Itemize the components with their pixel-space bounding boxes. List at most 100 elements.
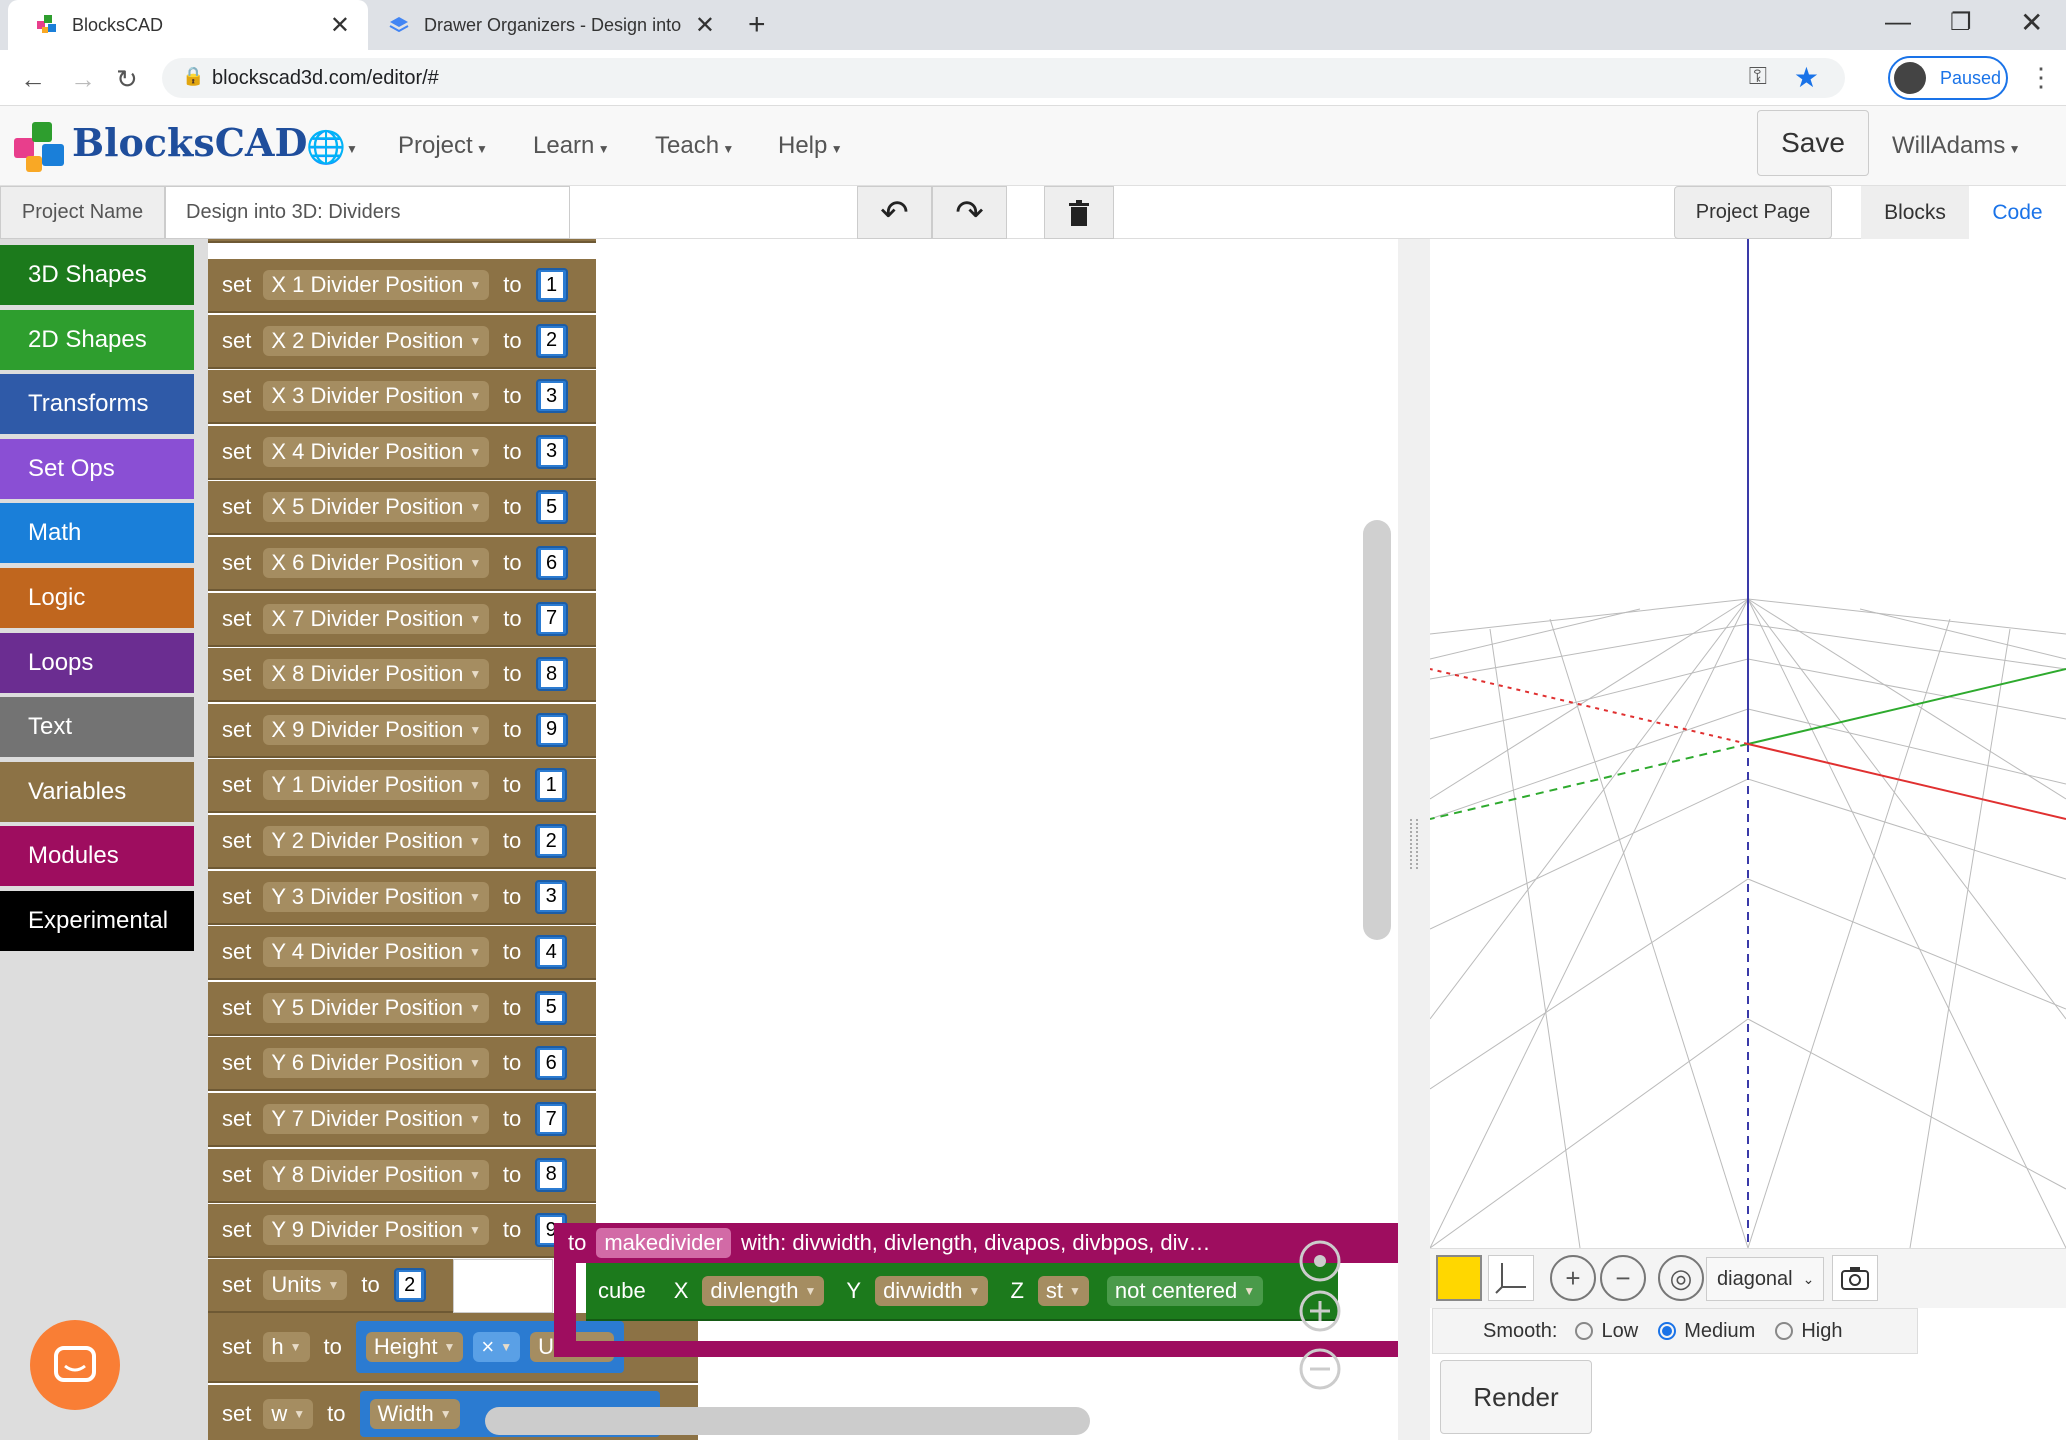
variable-dropdown[interactable]: X 4 Divider Position ▼ — [263, 436, 490, 467]
zoom-out-icon[interactable]: − — [1600, 1255, 1646, 1301]
variable-block-units[interactable]: set Units ▼ to 2 — [208, 1259, 453, 1313]
variable-dropdown[interactable]: w ▼ — [263, 1399, 314, 1429]
variable-dropdown[interactable]: Y 9 Divider Position ▼ — [263, 1215, 489, 1246]
number-input[interactable]: 1 — [535, 768, 568, 803]
key-icon[interactable]: ⚿ — [1749, 63, 1767, 91]
axes-icon[interactable] — [1488, 1255, 1534, 1301]
number-input[interactable]: 1 — [535, 268, 568, 302]
browser-tab-blockscad[interactable]: BlocksCAD ✕ — [8, 0, 368, 50]
variable-dropdown[interactable]: h ▼ — [263, 1332, 310, 1362]
variable-dropdown[interactable]: Y 4 Divider Position ▼ — [263, 937, 489, 968]
module-definition-block[interactable]: to makedivider with: divwidth, divlength… — [554, 1223, 1398, 1263]
minimize-icon[interactable]: — — [1885, 6, 1911, 37]
variable-set-block[interactable]: set X 4 Divider Position ▼ to 3 — [208, 425, 596, 480]
category-text[interactable]: Text — [0, 697, 194, 757]
window-close-icon[interactable]: ✕ — [2020, 6, 2043, 39]
variable-dropdown[interactable]: X 1 Divider Position ▼ — [263, 270, 490, 300]
restore-icon[interactable]: ❐ — [1950, 8, 1972, 37]
number-input[interactable]: 5 — [535, 490, 568, 525]
tab-code[interactable]: Code — [1969, 186, 2066, 239]
number-input[interactable]: 8 — [535, 657, 568, 692]
variable-set-block[interactable]: set X 8 Divider Position ▼ to 8 — [208, 648, 596, 703]
number-input[interactable]: 3 — [535, 434, 568, 469]
variable-dropdown[interactable]: X 3 Divider Position ▼ — [263, 381, 490, 412]
view-select[interactable]: diagonal ⌄ — [1706, 1257, 1824, 1301]
app-logo-text[interactable]: BlocksCAD — [72, 120, 307, 165]
number-input[interactable]: 5 — [535, 990, 568, 1025]
number-input[interactable]: 8 — [535, 1157, 568, 1192]
variable-set-block[interactable]: set X 1 Divider Position ▼ to 1 — [208, 259, 596, 313]
smooth-high-radio[interactable] — [1775, 1322, 1794, 1340]
number-input[interactable]: 6 — [535, 546, 568, 580]
variable-dropdown[interactable]: Y 6 Divider Position ▼ — [263, 1048, 489, 1079]
target-icon[interactable]: ◎ — [1658, 1255, 1704, 1301]
number-input[interactable]: 7 — [535, 601, 568, 636]
camera-icon[interactable] — [1832, 1255, 1878, 1301]
menu-teach[interactable]: Teach ▼ — [655, 132, 734, 160]
variable-set-block[interactable]: set Y 1 Divider Position ▼ to 1 — [208, 759, 596, 814]
center-dropdown[interactable]: not centered ▼ — [1106, 1276, 1264, 1306]
variable-dropdown[interactable]: Width ▼ — [369, 1399, 460, 1429]
browser-tab-drawer-organizers[interactable]: Drawer Organizers - Design into ✕ — [370, 0, 725, 50]
variable-set-block[interactable]: set Y 3 Divider Position ▼ to 3 — [208, 870, 596, 925]
close-tab-icon[interactable]: ✕ — [695, 11, 715, 40]
variable-set-block[interactable]: set Y 4 Divider Position ▼ to 4 — [208, 926, 596, 981]
category-set-ops[interactable]: Set Ops — [0, 439, 194, 499]
category-2d-shapes[interactable]: 2D Shapes — [0, 310, 194, 370]
menu-help[interactable]: Help ▼ — [778, 132, 843, 160]
module-name-field[interactable]: makedivider — [596, 1228, 731, 1258]
category-transforms[interactable]: Transforms — [0, 374, 194, 434]
number-input[interactable]: 4 — [535, 935, 568, 970]
category-experimental[interactable]: Experimental — [0, 891, 194, 951]
variable-set-block[interactable]: set Y 2 Divider Position ▼ to 2 — [208, 815, 596, 869]
variable-dropdown[interactable]: Height ▼ — [365, 1332, 464, 1362]
bookmark-star-icon[interactable]: ★ — [1794, 61, 1819, 94]
variable-dropdown[interactable]: X 8 Divider Position ▼ — [263, 659, 490, 690]
number-input[interactable]: 6 — [535, 1046, 568, 1081]
number-input[interactable]: 3 — [535, 879, 568, 914]
cube-block[interactable]: cube X divlength ▼ Y divwidth ▼ Z st ▼ not … — [586, 1263, 1338, 1321]
save-button[interactable]: Save — [1757, 110, 1869, 176]
zoom-out-icon[interactable] — [1298, 1347, 1342, 1391]
variable-set-block[interactable]: set X 2 Divider Position ▼ to 2 — [208, 314, 596, 369]
close-tab-icon[interactable]: ✕ — [330, 11, 350, 40]
variable-dropdown[interactable]: Y 2 Divider Position ▼ — [263, 826, 489, 856]
color-swatch[interactable] — [1436, 1255, 1482, 1301]
workspace-vertical-scrollbar[interactable] — [1363, 520, 1391, 940]
workspace-horizontal-scrollbar[interactable] — [485, 1407, 1090, 1435]
variable-set-block[interactable]: set X 5 Divider Position ▼ to 5 — [208, 481, 596, 536]
number-input[interactable]: 2 — [393, 1268, 426, 1302]
number-input[interactable]: 9 — [535, 712, 568, 747]
smooth-medium-radio[interactable] — [1658, 1322, 1677, 1340]
undo-button[interactable]: ↶ — [857, 186, 932, 239]
variable-dropdown[interactable]: X 9 Divider Position ▼ — [263, 714, 490, 745]
render-button[interactable]: Render — [1440, 1360, 1592, 1434]
variable-set-block[interactable]: set Y 6 Divider Position ▼ to 6 — [208, 1037, 596, 1092]
blocks-workspace[interactable]: set X 1 Divider Position ▼ to 1 set X 2 Divide… — [208, 239, 1398, 1440]
number-input[interactable]: 7 — [535, 1102, 568, 1136]
category-math[interactable]: Math — [0, 503, 194, 563]
project-name-input[interactable]: Design into 3D: Dividers — [165, 186, 570, 239]
variable-dropdown[interactable]: Y 3 Divider Position ▼ — [263, 881, 489, 912]
browser-menu-icon[interactable]: ⋮ — [2028, 62, 2054, 93]
variable-set-block[interactable]: set Y 8 Divider Position ▼ to 8 — [208, 1148, 596, 1203]
category-loops[interactable]: Loops — [0, 633, 194, 693]
category-variables[interactable]: Variables — [0, 762, 194, 822]
x-variable-dropdown[interactable]: divlength ▼ — [702, 1276, 825, 1306]
variable-dropdown[interactable]: X 6 Divider Position ▼ — [263, 548, 490, 578]
back-arrow-icon[interactable]: ← — [20, 64, 46, 95]
variable-dropdown[interactable]: X 2 Divider Position ▼ — [263, 325, 490, 356]
variable-set-block[interactable]: set X 6 Divider Position ▼ to 6 — [208, 537, 596, 591]
forward-arrow-icon[interactable]: → — [70, 64, 96, 95]
category-3d-shapes[interactable]: 3D Shapes — [0, 245, 194, 305]
variable-dropdown[interactable]: X 5 Divider Position ▼ — [263, 492, 490, 523]
pane-splitter[interactable] — [1398, 239, 1430, 1440]
operator-dropdown[interactable]: × ▼ — [473, 1332, 521, 1362]
variable-set-block[interactable]: set X 9 Divider Position ▼ to 9 — [208, 703, 596, 758]
user-menu[interactable]: WillAdams ▼ — [1892, 132, 2021, 160]
z-variable-dropdown[interactable]: st ▼ — [1037, 1276, 1089, 1306]
variable-dropdown[interactable]: X 7 Divider Position ▼ — [263, 603, 490, 634]
profile-button[interactable]: Paused — [1888, 56, 2008, 100]
project-page-button[interactable]: Project Page — [1674, 186, 1832, 239]
recenter-icon[interactable] — [1298, 1239, 1342, 1283]
